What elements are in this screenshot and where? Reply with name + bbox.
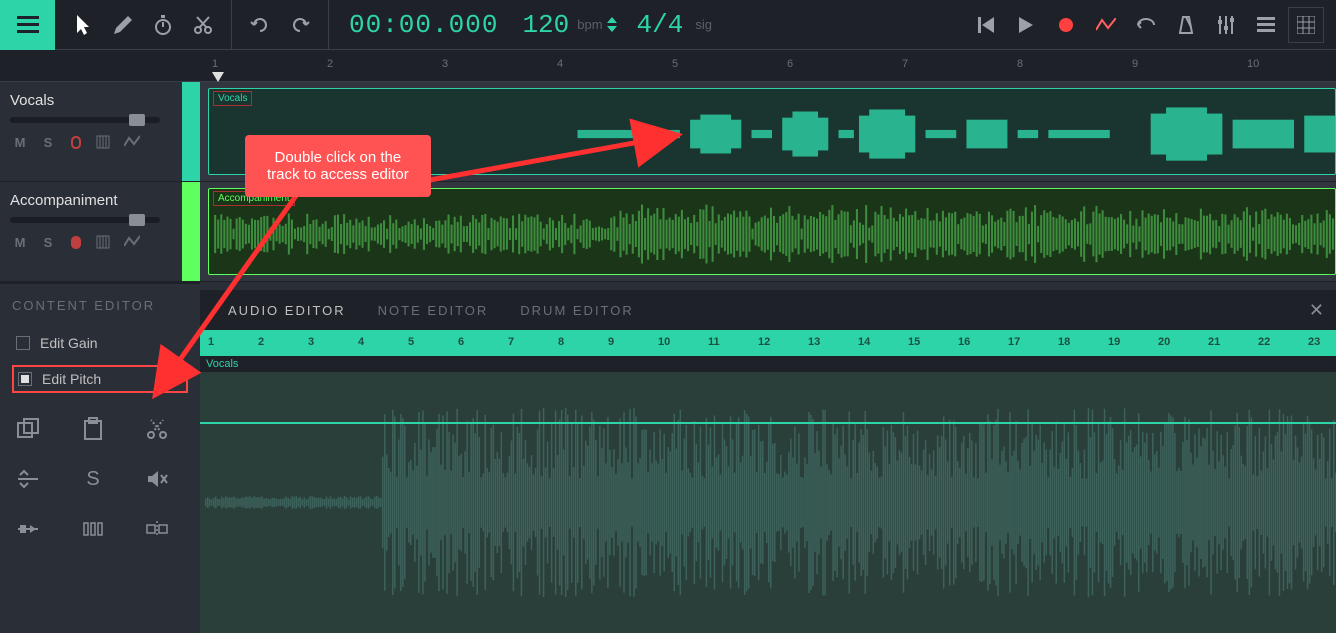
timer-tool[interactable]: [143, 5, 183, 45]
volume-slider[interactable]: [10, 117, 160, 123]
close-icon[interactable]: ✕: [1309, 300, 1324, 321]
split-tool[interactable]: [141, 513, 173, 545]
checkbox-icon: [18, 372, 32, 386]
undo-button[interactable]: [240, 5, 280, 45]
redo-button[interactable]: [280, 5, 320, 45]
track-header-vocals[interactable]: Vocals M S: [0, 82, 200, 182]
solo-button[interactable]: S: [38, 233, 58, 251]
pencil-tool[interactable]: [103, 5, 143, 45]
track-header-accompaniment[interactable]: Accompaniment M S: [0, 182, 200, 282]
skip-start-button[interactable]: [968, 7, 1004, 43]
mute-tool[interactable]: [141, 463, 173, 495]
mute-button[interactable]: M: [10, 233, 30, 251]
automation-button[interactable]: [1088, 7, 1124, 43]
piano-icon[interactable]: [94, 133, 114, 151]
tooltip-callout: Double click on the track to access edit…: [245, 135, 431, 197]
playhead-icon[interactable]: [212, 72, 224, 82]
checkbox-icon: [16, 336, 30, 350]
main-toolbar: 00:00.000 120 bpm 4/4 sig: [0, 0, 1336, 50]
content-editor-title: CONTENT EDITOR: [12, 298, 188, 313]
track-name: Accompaniment: [10, 192, 190, 209]
piano-icon[interactable]: [94, 233, 114, 251]
waveform-icon: [200, 372, 1336, 633]
time-signature[interactable]: 4/4: [617, 10, 692, 40]
bpm-value[interactable]: 120: [518, 10, 573, 40]
content-editor-panel: CONTENT EDITOR Edit Gain Edit Pitch S: [0, 282, 200, 633]
quantize-tool[interactable]: [77, 513, 109, 545]
edit-gain-option[interactable]: Edit Gain: [12, 331, 188, 355]
tab-audio-editor[interactable]: AUDIO EDITOR: [212, 303, 362, 318]
tab-drum-editor[interactable]: DRUM EDITOR: [504, 303, 649, 318]
play-button[interactable]: [1008, 7, 1044, 43]
mixer-button[interactable]: [1208, 7, 1244, 43]
track-lane-accompaniment[interactable]: Accompaniment: [200, 182, 1336, 282]
timeline-ruler[interactable]: 12345678910: [200, 50, 1336, 82]
stretch-tool[interactable]: S: [77, 463, 109, 495]
track-name: Vocals: [10, 92, 190, 109]
mute-button[interactable]: M: [10, 133, 30, 151]
sig-label: sig: [695, 17, 712, 32]
trim-tool[interactable]: [12, 463, 44, 495]
loop-button[interactable]: [1128, 7, 1164, 43]
pitch-line: [200, 422, 1336, 424]
editor-ruler[interactable]: 1234567891011121314151617181920212223: [200, 330, 1336, 356]
editor-clip-name: Vocals: [200, 356, 1336, 372]
track-color-strip: [182, 182, 200, 281]
arm-record-icon[interactable]: [66, 233, 86, 251]
scissors-tool[interactable]: [183, 5, 223, 45]
automation-icon[interactable]: [122, 133, 142, 151]
menu-button[interactable]: [0, 0, 55, 50]
cut-tool[interactable]: [141, 413, 173, 445]
arm-record-icon[interactable]: [66, 133, 86, 151]
edit-pitch-option[interactable]: Edit Pitch: [12, 365, 188, 393]
metronome-button[interactable]: [1168, 7, 1204, 43]
time-display[interactable]: 00:00.000: [329, 10, 518, 40]
svg-text:S: S: [86, 468, 99, 490]
fade-tool[interactable]: [12, 513, 44, 545]
track-color-strip: [182, 82, 200, 181]
duplicate-tool[interactable]: [12, 413, 44, 445]
bpm-label: bpm: [577, 17, 602, 32]
grid-button[interactable]: [1288, 7, 1324, 43]
record-button[interactable]: [1048, 7, 1084, 43]
editor-tabs: AUDIO EDITOR NOTE EDITOR DRUM EDITOR ✕: [200, 290, 1336, 330]
cursor-tool[interactable]: [63, 5, 103, 45]
list-button[interactable]: [1248, 7, 1284, 43]
paste-tool[interactable]: [77, 413, 109, 445]
automation-icon[interactable]: [122, 233, 142, 251]
bpm-up[interactable]: [607, 17, 617, 23]
solo-button[interactable]: S: [38, 133, 58, 151]
bpm-down[interactable]: [607, 26, 617, 32]
editor-waveform[interactable]: [200, 372, 1336, 633]
tab-note-editor[interactable]: NOTE EDITOR: [362, 303, 505, 318]
volume-slider[interactable]: [10, 217, 160, 223]
waveform-icon: [209, 189, 1335, 279]
